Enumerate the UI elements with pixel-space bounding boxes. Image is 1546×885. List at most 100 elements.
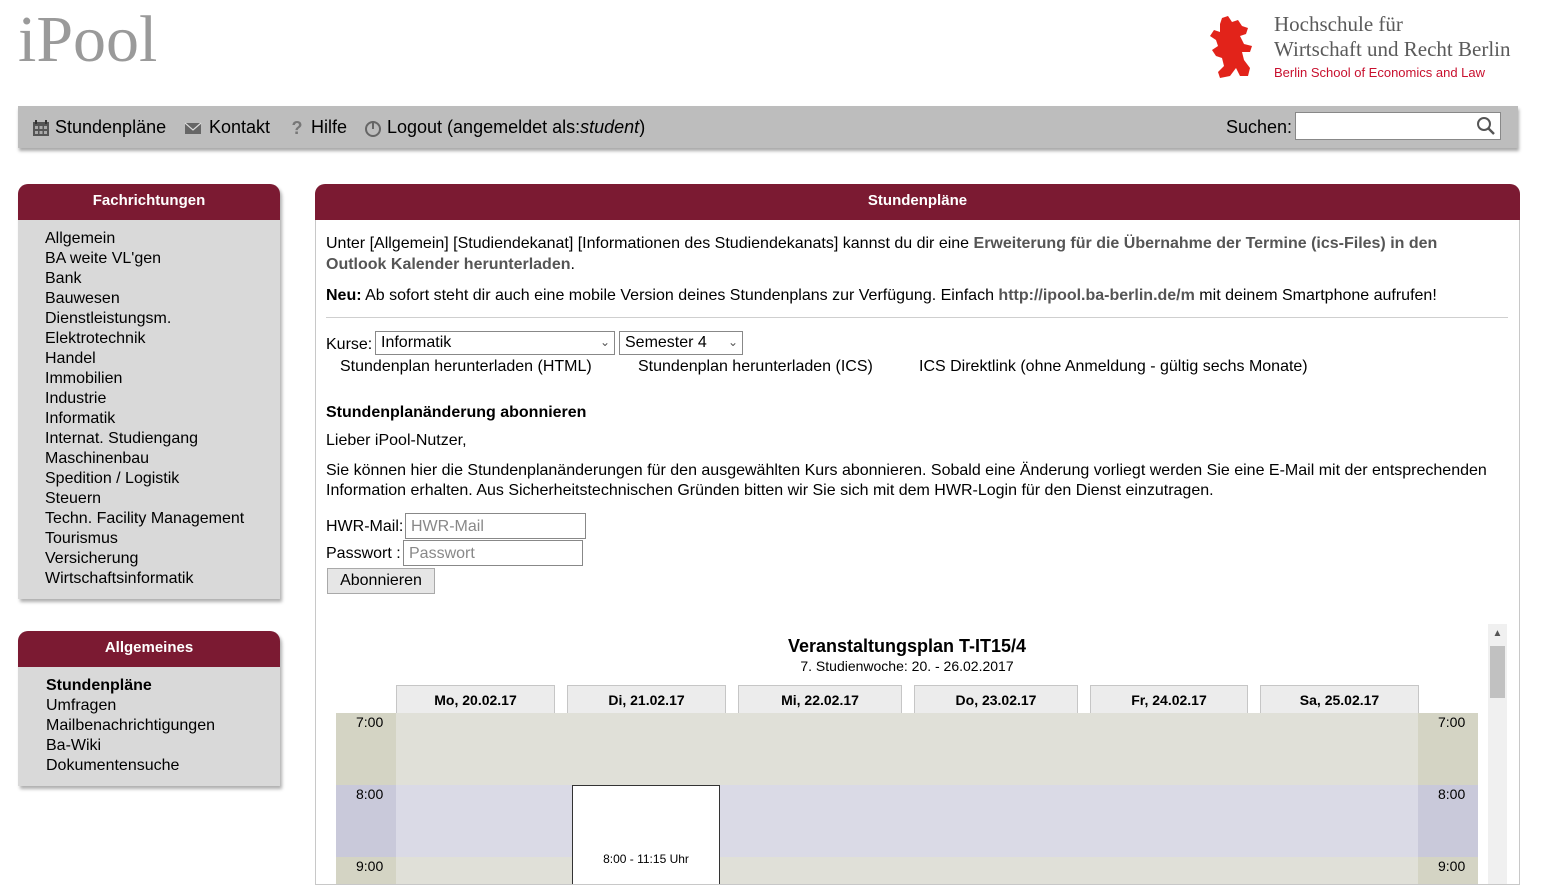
kurs-select-value: Informatik [381, 334, 452, 351]
info-mobile-end: mit deinem Smartphone aufrufen! [1194, 287, 1437, 304]
mail-input[interactable] [409, 515, 585, 539]
nav-logout-label: Logout (angemeldet als: [387, 117, 581, 137]
info-new-label: Neu: [326, 287, 362, 304]
semester-select[interactable]: Semester 4 ⌄ [619, 331, 743, 355]
fachrichtungen-title: Fachrichtungen [18, 184, 280, 220]
chevron-down-icon: ⌄ [727, 335, 738, 349]
day-header: Sa, 25.02.17 [1260, 685, 1419, 713]
search-icon[interactable] [1476, 116, 1496, 136]
timetable-subtitle: 7. Studienwoche: 20. - 26.02.2017 [800, 658, 1014, 674]
app-logo[interactable]: iPool [18, 2, 157, 78]
nav-stundenplaene-label: Stundenpläne [55, 117, 167, 137]
fachrichtung-item[interactable]: Industrie [45, 389, 280, 409]
info-mobile: Neu: Ab sofort steht dir auch eine mobil… [326, 285, 1501, 306]
day-header: Mi, 22.02.17 [738, 685, 902, 713]
nav-logout[interactable]: Logout (angemeldet als: student) [364, 117, 645, 138]
top-navigation-bar: Stundenpläne Kontakt ? Hilfe Logout (ang… [18, 106, 1518, 148]
nav-kontakt-label: Kontakt [209, 117, 271, 137]
ics-direct-link[interactable]: ICS Direktlink (ohne Anmeldung - gültig … [919, 358, 1308, 376]
allgemeines-title: Allgemeines [18, 631, 280, 667]
mobile-version-link[interactable]: http://ipool.ba-berlin.de/m [998, 287, 1194, 304]
day-header: Fr, 24.02.17 [1090, 685, 1248, 713]
allgemeines-item[interactable]: Dokumentensuche [46, 756, 280, 776]
fachrichtungen-list: Allgemein BA weite VL'gen Bank Bauwesen … [18, 220, 280, 589]
fachrichtung-item[interactable]: Tourismus [45, 529, 280, 549]
nav-kontakt[interactable]: Kontakt [182, 117, 270, 138]
password-input[interactable] [407, 542, 582, 566]
scroll-up-arrow-icon[interactable]: ▲ [1488, 626, 1507, 642]
nav-logout-close: ) [639, 117, 646, 137]
fachrichtung-item[interactable]: Allgemein [45, 229, 280, 249]
calendar-icon [33, 119, 49, 136]
allgemeines-item[interactable]: Mailbenachrichtigungen [46, 716, 280, 736]
kurs-select[interactable]: Informatik ⌄ [375, 331, 615, 355]
download-html-link[interactable]: Stundenplan herunterladen (HTML) [340, 358, 592, 376]
fachrichtung-item[interactable]: Elektrotechnik [45, 329, 280, 349]
scroll-thumb[interactable] [1490, 646, 1505, 698]
fachrichtung-item[interactable]: Immobilien [45, 369, 280, 389]
main-panel: Stundenpläne Unter [Allgemein] [Studiend… [315, 184, 1520, 885]
fachrichtung-item[interactable]: Informatik [45, 409, 280, 429]
fachrichtung-item[interactable]: Steuern [45, 489, 280, 509]
hwr-name-line2: Wirtschaft und Recht Berlin [1274, 37, 1511, 61]
info-outlook-text: Unter [Allgemein] [Studiendekanat] [Info… [326, 235, 974, 252]
password-label: Passwort : [326, 545, 401, 562]
mail-field[interactable] [405, 513, 586, 539]
info-mobile-text: Ab sofort steht dir auch eine mobile Ver… [361, 287, 999, 304]
fachrichtung-item[interactable]: Bauwesen [45, 289, 280, 309]
main-title: Stundenpläne [315, 184, 1520, 220]
nav-hilfe-label: Hilfe [311, 117, 348, 137]
event-time: 8:00 - 11:15 Uhr [603, 852, 689, 866]
hour-band [336, 713, 1478, 785]
fachrichtung-item[interactable]: Bank [45, 269, 280, 289]
fachrichtung-item[interactable]: Spedition / Logistik [45, 469, 280, 489]
fachrichtung-item[interactable]: Handel [45, 349, 280, 369]
allgemeines-list: Stundenpläne Umfragen Mailbenachrichtigu… [18, 667, 280, 776]
berlin-bear-logo-icon [1210, 16, 1252, 78]
fachrichtung-item[interactable]: Dienstleistungsm. [45, 309, 280, 329]
search-field[interactable] [1295, 112, 1501, 140]
day-header: Mo, 20.02.17 [396, 685, 555, 713]
allgemeines-item-active[interactable]: Stundenpläne [46, 676, 280, 696]
greeting-text: Lieber iPool-Nutzer, [326, 432, 467, 449]
allgemeines-item[interactable]: Ba-Wiki [46, 736, 280, 756]
time-label: 8:00 [356, 786, 384, 802]
fachrichtung-item[interactable]: Techn. Facility Management [45, 509, 280, 529]
hour-band [336, 857, 1478, 884]
hwr-name-line1: Hochschule für [1274, 12, 1403, 36]
nav-hilfe[interactable]: ? Hilfe [288, 117, 348, 138]
subscribe-title: Stundenplanänderung abonnieren [326, 404, 587, 421]
allgemeines-item[interactable]: Umfragen [46, 696, 280, 716]
timetable: Veranstaltungsplan T-IT15/4 7. Studienwo… [336, 624, 1478, 884]
timetable-title: Veranstaltungsplan T-IT15/4 [787, 636, 1027, 656]
mail-label: HWR-Mail: [326, 518, 404, 535]
hour-band [336, 785, 1478, 857]
kurse-label: Kurse: [326, 336, 373, 353]
download-ics-link[interactable]: Stundenplan herunterladen (ICS) [638, 358, 873, 376]
fachrichtungen-panel: Fachrichtungen Allgemein BA weite VL'gen… [18, 184, 280, 599]
time-label: 8:00 [1438, 786, 1466, 802]
fachrichtung-item[interactable]: Versicherung [45, 549, 280, 569]
nav-stundenplaene[interactable]: Stundenpläne [32, 117, 166, 138]
hwr-name-line3: Berlin School of Economics and Law [1274, 65, 1486, 80]
timetable-scrollbar[interactable]: ▲ [1488, 624, 1507, 884]
subscribe-button[interactable]: Abonnieren [327, 568, 435, 594]
logged-in-user: student [580, 117, 640, 137]
fachrichtung-item[interactable]: Internat. Studiengang [45, 429, 280, 449]
password-field[interactable] [403, 540, 583, 566]
time-label: 9:00 [1438, 858, 1466, 874]
fachrichtung-item[interactable]: BA weite VL'gen [45, 249, 280, 269]
time-label: 9:00 [356, 858, 384, 874]
fachrichtung-item[interactable]: Maschinenbau [45, 449, 280, 469]
day-header: Di, 21.02.17 [567, 685, 726, 713]
allgemeines-panel: Allgemeines Stundenpläne Umfragen Mailbe… [18, 631, 280, 786]
timetable-event[interactable]: 8:00 - 11:15 Uhr [572, 785, 720, 884]
divider [326, 317, 1508, 318]
fachrichtung-item[interactable]: Wirtschaftsinformatik [45, 569, 280, 589]
search-input[interactable] [1300, 114, 1479, 140]
semester-select-value: Semester 4 [625, 334, 707, 351]
info-outlook: Unter [Allgemein] [Studiendekanat] [Info… [326, 233, 1501, 275]
envelope-icon [184, 122, 202, 134]
question-icon: ? [291, 117, 303, 138]
search-label: Suchen: [1226, 117, 1293, 137]
